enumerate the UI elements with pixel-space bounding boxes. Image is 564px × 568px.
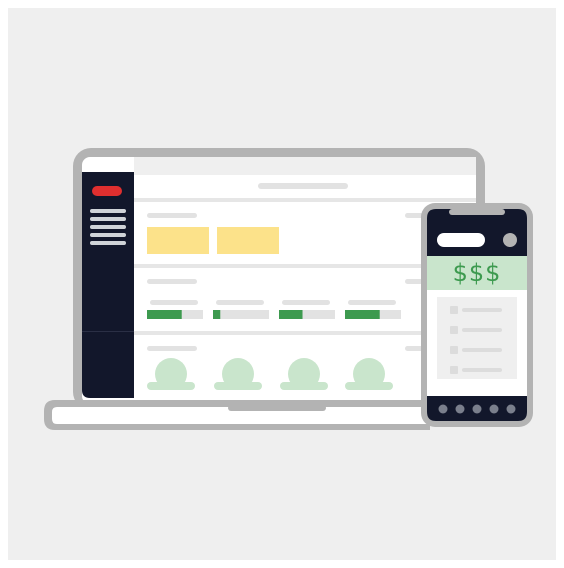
section-title-placeholder: [147, 279, 197, 284]
address-bar-placeholder: [258, 183, 348, 189]
phone: [421, 203, 533, 427]
nav-dot[interactable]: [506, 404, 516, 414]
phone-header: [427, 209, 527, 256]
progress-fill: [279, 310, 303, 319]
metric-label-placeholder: [282, 300, 330, 305]
phone-search-pill[interactable]: [437, 233, 485, 247]
section-title-placeholder: [147, 346, 197, 351]
progress-fill: [213, 310, 221, 319]
laptop: [44, 148, 485, 430]
section-divider: [134, 198, 476, 202]
profile-icon[interactable]: [503, 233, 517, 247]
sidebar-divider: [82, 331, 134, 332]
summary-card[interactable]: [147, 227, 209, 254]
app-logo-pill[interactable]: [92, 186, 122, 196]
section-title-placeholder: [147, 213, 197, 218]
progress-fill: [345, 310, 380, 319]
nav-dot[interactable]: [455, 404, 465, 414]
nav-dot[interactable]: [489, 404, 499, 414]
progress-track: [213, 310, 269, 319]
laptop-notch: [228, 405, 326, 411]
progress-fill: [147, 310, 182, 319]
price-label: $$$: [452, 259, 502, 287]
phone-notch: [449, 209, 505, 215]
metric-label-placeholder: [348, 300, 396, 305]
metric-label-placeholder: [150, 300, 198, 305]
nav-dot[interactable]: [438, 404, 448, 414]
laptop-topbar: [134, 157, 476, 175]
summary-card[interactable]: [217, 227, 279, 254]
sidebar[interactable]: [82, 172, 134, 398]
nav-dot[interactable]: [472, 404, 482, 414]
metric-label-placeholder: [216, 300, 264, 305]
